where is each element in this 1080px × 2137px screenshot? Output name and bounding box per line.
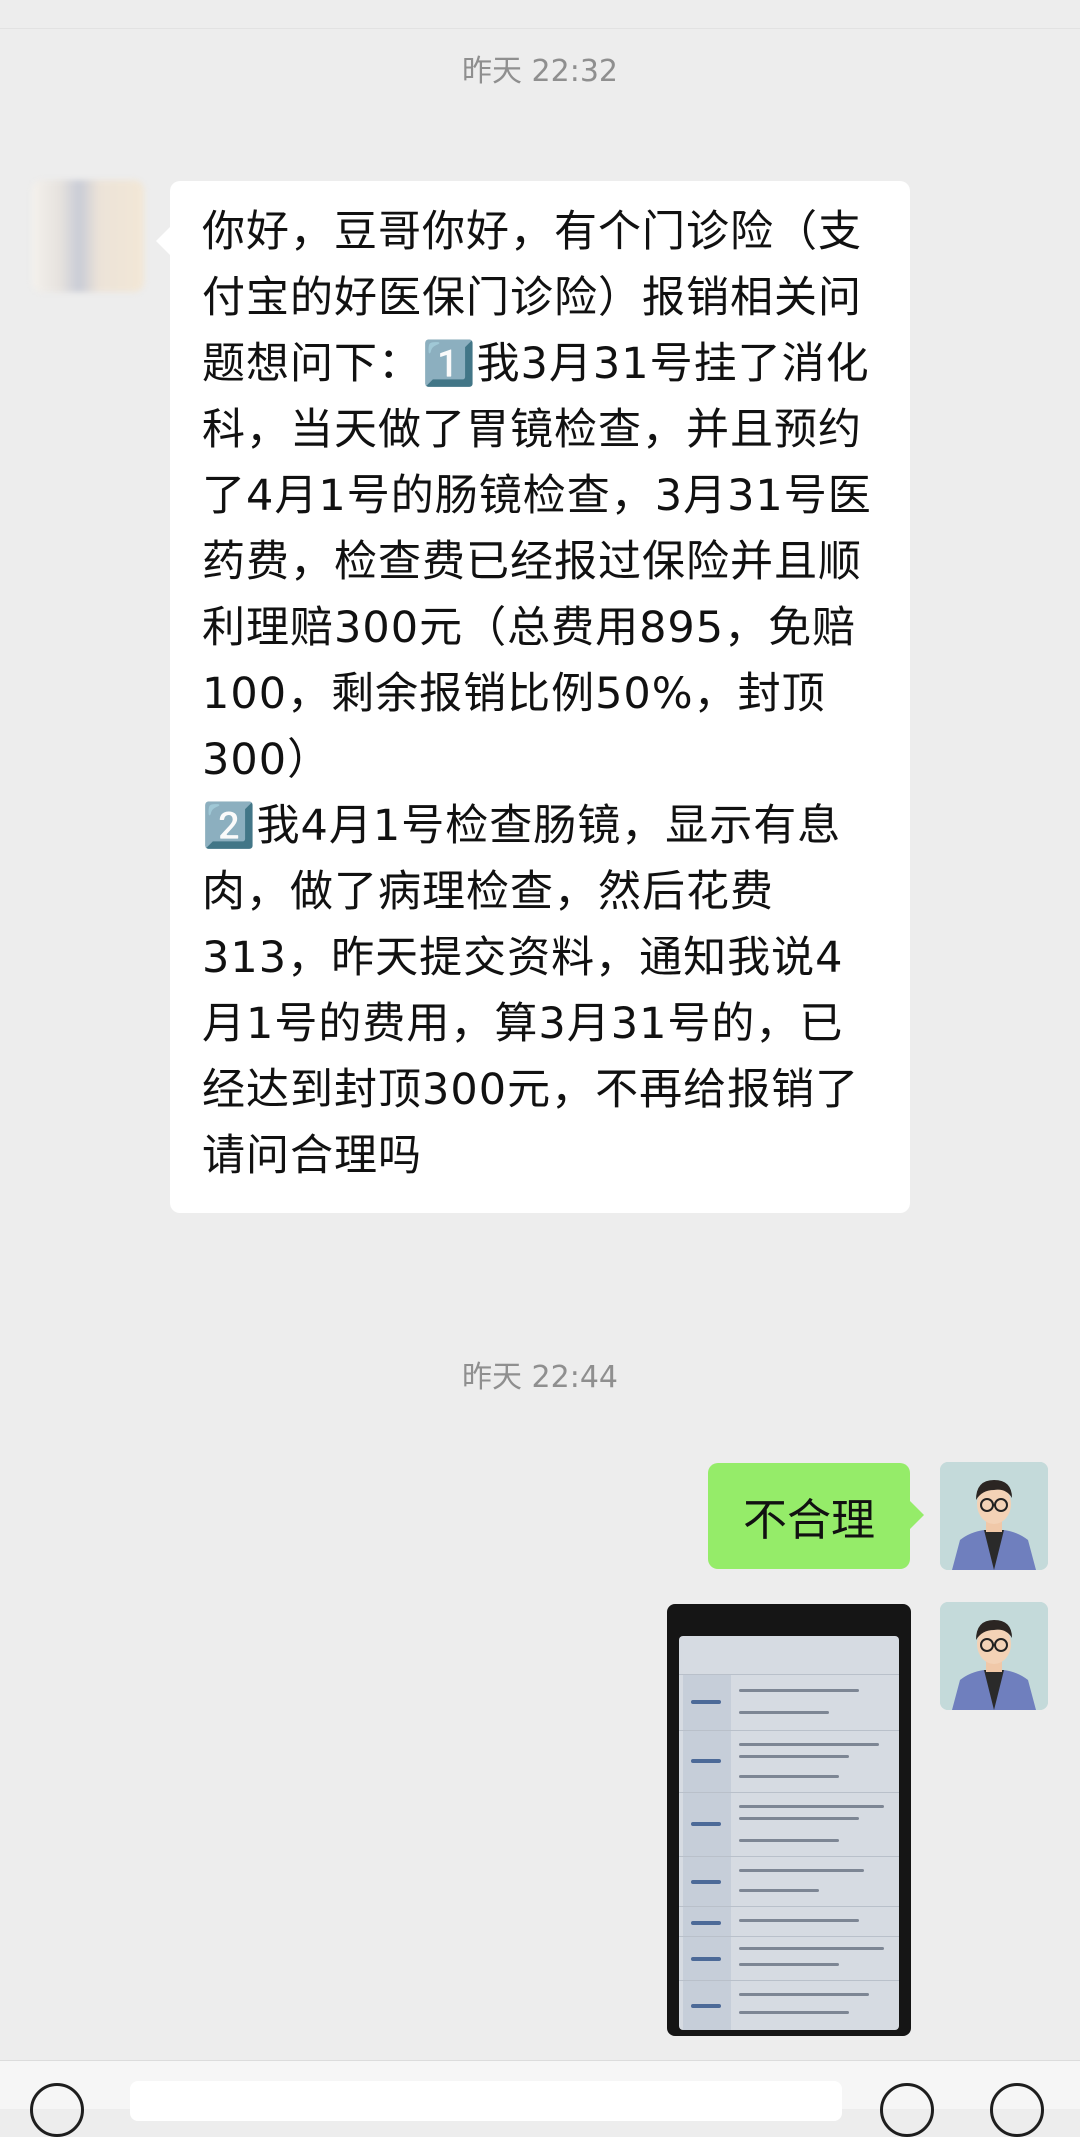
message-timestamp: 昨天 22:32 bbox=[462, 54, 618, 89]
my-avatar[interactable] bbox=[940, 1462, 1048, 1570]
message-timestamp: 昨天 22:44 bbox=[462, 1360, 618, 1395]
voice-icon[interactable] bbox=[30, 2083, 84, 2137]
chat-input-bar bbox=[0, 2060, 1080, 2137]
received-message-bubble[interactable]: 你好，豆哥你好，有个门诊险（支付宝的好医保门诊险）报销相关问题想问下：1️⃣我3… bbox=[156, 181, 910, 1213]
cartoon-man-avatar-icon bbox=[940, 1462, 1048, 1570]
plus-icon[interactable] bbox=[990, 2083, 1044, 2137]
emoji-icon[interactable] bbox=[880, 2083, 934, 2137]
received-message-text: 你好，豆哥你好，有个门诊险（支付宝的好医保门诊险）报销相关问题想问下：1️⃣我3… bbox=[202, 207, 872, 1181]
sent-message-bubble[interactable]: 不合理 bbox=[708, 1463, 924, 1569]
cartoon-man-avatar-icon bbox=[940, 1602, 1048, 1710]
sent-photo-message[interactable] bbox=[667, 1604, 911, 2036]
top-divider bbox=[0, 28, 1080, 29]
photo-screen-content bbox=[679, 1636, 899, 2030]
contact-avatar[interactable] bbox=[32, 180, 144, 292]
my-avatar[interactable] bbox=[940, 1602, 1048, 1710]
message-input[interactable] bbox=[130, 2081, 842, 2121]
